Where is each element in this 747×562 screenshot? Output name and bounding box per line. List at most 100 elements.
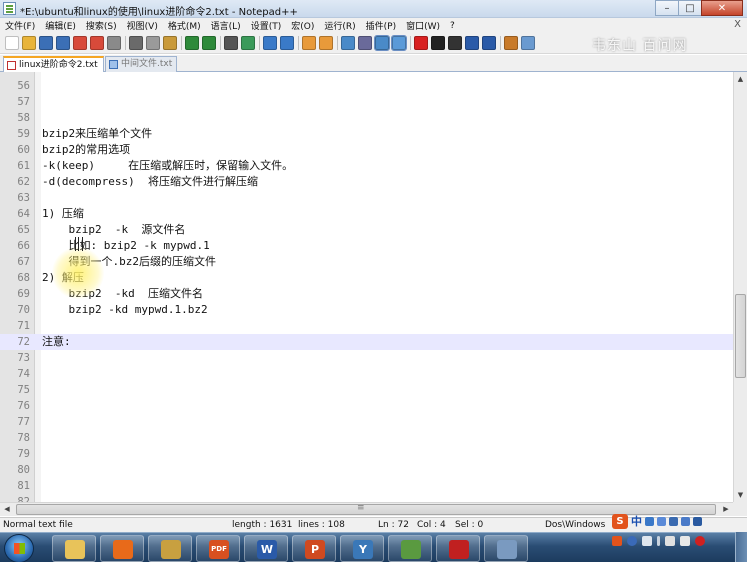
save-icon[interactable]: [39, 36, 53, 50]
taskbar-yed-button[interactable]: Y: [340, 535, 384, 562]
editor-line[interactable]: 56: [0, 78, 733, 94]
tray-clock-icon[interactable]: [642, 536, 652, 546]
taskbar-word-button[interactable]: W: [244, 535, 288, 562]
menu-item-2[interactable]: 搜索(S): [81, 19, 122, 32]
editor-line[interactable]: 61 -k(keep) 在压缩或解压时，保留输入文件。: [0, 158, 733, 174]
sync-vertical-icon[interactable]: [302, 36, 316, 50]
editor-line[interactable]: 76: [0, 398, 733, 414]
menu-item-9[interactable]: 插件(P): [361, 19, 401, 32]
tab-linux-commands[interactable]: linux进阶命令2.txt: [3, 56, 104, 72]
show-all-chars-icon[interactable]: [358, 36, 372, 50]
editor-line[interactable]: 58: [0, 110, 733, 126]
editor-line[interactable]: 682) 解压: [0, 270, 733, 286]
vertical-scrollbar[interactable]: ▲ ▼: [733, 72, 747, 502]
editor-line[interactable]: 67 得到一个.bz2后缀的压缩文件: [0, 254, 733, 270]
menu-item-8[interactable]: 运行(R): [319, 19, 360, 32]
taskbar-powerpoint-button[interactable]: P: [292, 535, 336, 562]
replace-icon[interactable]: [241, 36, 255, 50]
show-desktop-button[interactable]: [735, 532, 747, 562]
ime-keyboard-icon[interactable]: [669, 516, 678, 526]
scroll-up-arrow[interactable]: ▲: [734, 72, 747, 86]
taskbar-recorder-button[interactable]: [436, 535, 480, 562]
spell-check-icon[interactable]: [504, 36, 518, 50]
find-icon[interactable]: [224, 36, 238, 50]
taskbar-pdf-button[interactable]: PDF: [196, 535, 240, 562]
editor-line[interactable]: 75: [0, 382, 733, 398]
taskbar-notepadpp-button[interactable]: [388, 535, 432, 562]
redo-icon[interactable]: [202, 36, 216, 50]
editor-line[interactable]: 66 比如: bzip2 -k mypwd.1: [0, 238, 733, 254]
ime-skin-icon[interactable]: [681, 516, 690, 526]
record-macro-icon[interactable]: [414, 36, 428, 50]
taskbar-app-button[interactable]: [148, 535, 192, 562]
close-document-button[interactable]: X: [734, 19, 741, 30]
close-button[interactable]: ✕: [701, 0, 743, 16]
tray-record-icon[interactable]: [695, 536, 705, 546]
editor-line[interactable]: 57: [0, 94, 733, 110]
scroll-right-arrow[interactable]: ▶: [719, 503, 733, 516]
editor-line[interactable]: 79: [0, 446, 733, 462]
editor-line[interactable]: 80: [0, 462, 733, 478]
paste-icon[interactable]: [163, 36, 177, 50]
editor-line[interactable]: 77: [0, 414, 733, 430]
doc-map-icon[interactable]: [391, 35, 407, 51]
editor-line[interactable]: 74: [0, 366, 733, 382]
taskbar-doc-button[interactable]: [484, 535, 528, 562]
editor-line[interactable]: 62 -d(decompress) 将压缩文件进行解压缩: [0, 174, 733, 190]
menu-item-6[interactable]: 设置(T): [246, 19, 287, 32]
run-macro-multi-icon[interactable]: [465, 36, 479, 50]
tray-sogou-icon[interactable]: [612, 536, 622, 546]
close-all-icon[interactable]: [90, 36, 104, 50]
new-file-icon[interactable]: [5, 36, 19, 50]
menu-item-3[interactable]: 视图(V): [122, 19, 163, 32]
editor-line[interactable]: 59 bzip2来压缩单个文件: [0, 126, 733, 142]
editor-line[interactable]: 72 注意:: [0, 334, 733, 350]
play-macro-icon[interactable]: [448, 36, 462, 50]
start-button[interactable]: [4, 534, 34, 562]
print-icon[interactable]: [107, 36, 121, 50]
menu-item-1[interactable]: 编辑(E): [40, 19, 81, 32]
editor-line[interactable]: 71: [0, 318, 733, 334]
menu-item-5[interactable]: 语言(L): [206, 19, 246, 32]
close-icon[interactable]: [73, 36, 87, 50]
editor-line[interactable]: 73: [0, 350, 733, 366]
editor-line[interactable]: 65 bzip2 -k 源文件名: [0, 222, 733, 238]
open-file-icon[interactable]: [22, 36, 36, 50]
word-wrap-icon[interactable]: [341, 36, 355, 50]
taskbar-firefox-button[interactable]: [100, 535, 144, 562]
ime-voice-icon[interactable]: [657, 516, 666, 526]
vertical-scroll-thumb[interactable]: [735, 294, 746, 378]
scroll-left-arrow[interactable]: ◀: [0, 503, 14, 516]
save-all-icon[interactable]: [56, 36, 70, 50]
menu-item-11[interactable]: ?: [445, 21, 460, 31]
undo-icon[interactable]: [185, 36, 199, 50]
settings-icon[interactable]: [521, 36, 535, 50]
ime-tools-icon[interactable]: [693, 516, 702, 526]
minimize-button[interactable]: –: [655, 0, 679, 16]
stop-macro-icon[interactable]: [431, 36, 445, 50]
ime-punctuation-icon[interactable]: [645, 516, 654, 526]
menu-item-7[interactable]: 宏(O): [286, 19, 319, 32]
editor-line[interactable]: 64 1) 压缩: [0, 206, 733, 222]
tray-volume-icon[interactable]: [680, 536, 690, 546]
zoom-in-icon[interactable]: [263, 36, 277, 50]
editor-line[interactable]: 81: [0, 478, 733, 494]
editor-line[interactable]: 70 bzip2 -kd mypwd.1.bz2: [0, 302, 733, 318]
tab-intermediate-file[interactable]: 中间文件.txt: [105, 56, 177, 72]
editor-line[interactable]: 78: [0, 430, 733, 446]
scroll-down-arrow[interactable]: ▼: [734, 488, 747, 502]
indent-guide-icon[interactable]: [374, 35, 390, 51]
zoom-out-icon[interactable]: [280, 36, 294, 50]
tray-display-icon[interactable]: [665, 536, 675, 546]
save-macro-icon[interactable]: [482, 36, 496, 50]
taskbar-explorer-button[interactable]: [52, 535, 96, 562]
menu-item-0[interactable]: 文件(F): [0, 19, 40, 32]
sogou-ime-icon[interactable]: S: [612, 513, 628, 529]
menu-item-4[interactable]: 格式(M): [163, 19, 206, 32]
cut-icon[interactable]: [129, 36, 143, 50]
ime-mode-chinese[interactable]: 中: [631, 513, 642, 529]
editor-line[interactable]: 60 bzip2的常用选项: [0, 142, 733, 158]
editor-line[interactable]: 69 bzip2 -kd 压缩文件名: [0, 286, 733, 302]
editor-line[interactable]: 63: [0, 190, 733, 206]
maximize-button[interactable]: □: [678, 0, 702, 16]
